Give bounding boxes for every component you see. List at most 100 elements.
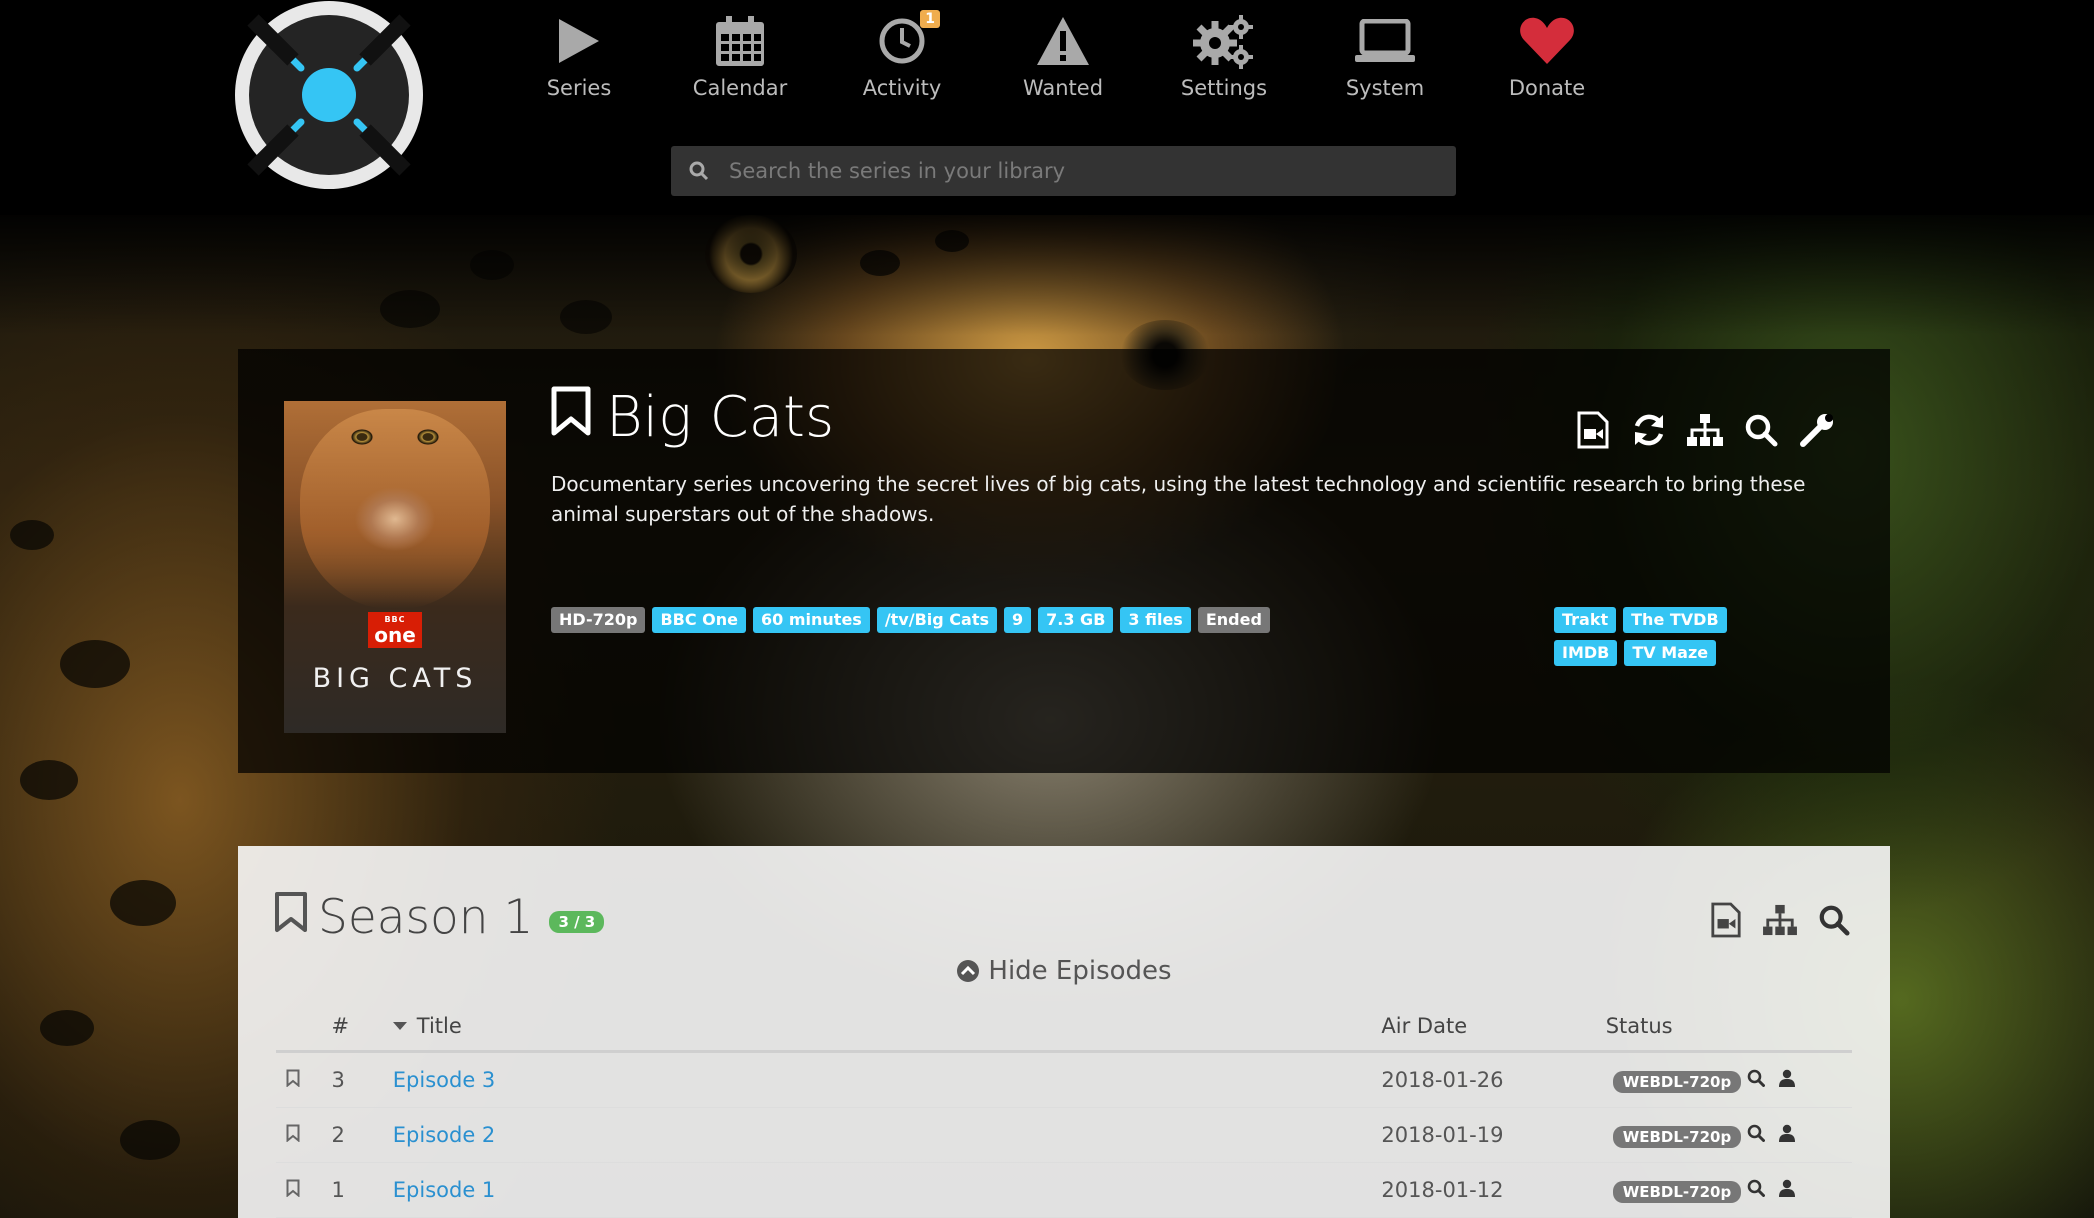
- sonarr-logo[interactable]: [233, 0, 425, 190]
- hide-episodes-toggle[interactable]: Hide Episodes: [238, 956, 1890, 990]
- nav-settings-label: Settings: [1180, 76, 1268, 100]
- episode-monitor-toggle[interactable]: [286, 1123, 300, 1147]
- season-rename-button[interactable]: [1708, 902, 1744, 938]
- episode-air-date: 2018-01-19: [1380, 1107, 1605, 1163]
- nav-system[interactable]: System: [1325, 12, 1445, 102]
- series-title-text: Big Cats: [606, 385, 835, 450]
- hide-episodes-label: Hide Episodes: [988, 956, 1172, 986]
- nav-calendar[interactable]: Calendar: [680, 12, 800, 102]
- col-status-header[interactable]: Status: [1604, 1002, 1746, 1053]
- episode-title-link[interactable]: Episode 2: [393, 1123, 496, 1147]
- top-navbar: Series Calendar 1 Activity Wanted Settin…: [0, 0, 2094, 215]
- season-title-text: Season 1: [318, 890, 534, 945]
- nav-wanted[interactable]: Wanted: [1003, 12, 1123, 102]
- episode-row: 3 Episode 3 2018-01-26 WEBDL-720p: [276, 1051, 1852, 1108]
- path-label: /tv/Big Cats: [876, 607, 997, 633]
- search-icon: [1747, 1069, 1765, 1087]
- series-actions: [1574, 411, 1836, 449]
- series-detail-panel: BBC one BIG CATS Big Cats Documentary ser…: [238, 349, 1890, 773]
- nav-calendar-label: Calendar: [692, 76, 788, 100]
- tvmaze-link[interactable]: TV Maze: [1624, 640, 1717, 666]
- bbc-one-logo: BBC one: [368, 612, 422, 648]
- quality-profile-label: HD-720p: [551, 607, 646, 633]
- episode-row: 1 Episode 1 2018-01-12 WEBDL-720p: [276, 1162, 1852, 1218]
- bookmark-icon: [286, 1179, 300, 1198]
- series-poster: BBC one BIG CATS: [284, 401, 506, 733]
- calendar-icon: [716, 16, 764, 66]
- nav-donate[interactable]: Donate: [1487, 12, 1607, 102]
- episode-quality-badge: WEBDL-720p: [1612, 1070, 1742, 1093]
- search-icon: [689, 161, 709, 181]
- series-info-labels: HD-720p BBC One 60 minutes /tv/Big Cats …: [551, 607, 1270, 633]
- nav-series[interactable]: Series: [519, 12, 639, 102]
- sitemap-icon: [1763, 904, 1797, 936]
- status-label: Ended: [1197, 607, 1270, 633]
- season-organize-button[interactable]: [1762, 902, 1798, 938]
- episode-manual-search-button[interactable]: [1778, 1068, 1795, 1092]
- nav-settings[interactable]: Settings: [1164, 12, 1284, 102]
- files-label: 3 files: [1120, 607, 1191, 633]
- season-monitor-toggle[interactable]: [274, 890, 308, 945]
- episode-title-link[interactable]: Episode 3: [393, 1068, 496, 1092]
- episode-table-header: # Title Air Date Status: [276, 1002, 1852, 1053]
- episode-air-date: 2018-01-26: [1380, 1051, 1605, 1108]
- search-series-button[interactable]: [1742, 411, 1780, 449]
- user-icon: [1778, 1179, 1795, 1197]
- imdb-link[interactable]: IMDB: [1554, 640, 1618, 666]
- bookmark-icon: [286, 1069, 300, 1088]
- edit-series-button[interactable]: [1798, 411, 1836, 449]
- col-number-header[interactable]: #: [330, 1002, 392, 1053]
- search-icon: [1747, 1124, 1765, 1142]
- series-overview: Documentary series uncovering the secret…: [551, 472, 1806, 526]
- runtime-label: 60 minutes: [753, 607, 870, 633]
- nav-activity[interactable]: 1 Activity: [842, 10, 962, 102]
- play-icon: [559, 19, 599, 63]
- search-icon: [1745, 414, 1778, 447]
- episode-search-button[interactable]: [1747, 1068, 1765, 1092]
- nav-system-label: System: [1345, 76, 1425, 100]
- file-video-icon: [1577, 411, 1609, 449]
- user-icon: [1778, 1124, 1795, 1142]
- gears-icon: [1193, 15, 1253, 69]
- season-actions: [1708, 902, 1852, 938]
- episode-number: 3: [330, 1051, 392, 1108]
- nav-activity-label: Activity: [862, 76, 942, 100]
- monitor-toggle[interactable]: [550, 385, 592, 450]
- series-search: [671, 146, 1456, 196]
- laptop-icon: [1355, 19, 1415, 62]
- heart-icon: [1520, 17, 1574, 65]
- episode-air-date: 2018-01-12: [1380, 1162, 1605, 1218]
- episode-table: # Title Air Date Status 3 Episode 3 2018…: [276, 1002, 1852, 1218]
- organize-button[interactable]: [1686, 411, 1724, 449]
- wrench-icon: [1800, 414, 1833, 447]
- season-search-button[interactable]: [1816, 902, 1852, 938]
- tvdb-link[interactable]: The TVDB: [1623, 607, 1727, 633]
- poster-title: BIG CATS: [312, 663, 478, 694]
- rename-files-button[interactable]: [1574, 411, 1612, 449]
- search-input[interactable]: [727, 158, 1456, 184]
- poster-tiger-image: [300, 409, 490, 609]
- col-airdate-header[interactable]: Air Date: [1380, 1002, 1605, 1053]
- episode-row: 2 Episode 2 2018-01-19 WEBDL-720p: [276, 1107, 1852, 1163]
- search-icon: [1747, 1179, 1765, 1197]
- episode-monitor-toggle[interactable]: [286, 1068, 300, 1092]
- episode-title-link[interactable]: Episode 1: [393, 1178, 496, 1202]
- col-title-header[interactable]: Title: [391, 1002, 1381, 1053]
- sort-desc-icon: [392, 1022, 407, 1030]
- trakt-link[interactable]: Trakt: [1554, 607, 1617, 633]
- bookmark-icon: [286, 1124, 300, 1143]
- episode-number: 1: [330, 1162, 392, 1218]
- episode-manual-search-button[interactable]: [1778, 1178, 1795, 1202]
- refresh-series-button[interactable]: [1630, 411, 1668, 449]
- episode-number: 2: [330, 1107, 392, 1163]
- activity-count-badge: 1: [920, 10, 940, 28]
- episode-manual-search-button[interactable]: [1778, 1123, 1795, 1147]
- warning-icon: [1037, 17, 1089, 65]
- episode-search-button[interactable]: [1747, 1178, 1765, 1202]
- sitemap-icon: [1687, 414, 1723, 446]
- season-panel: Season 1 3 / 3 Hide Episodes # Title Air…: [238, 846, 1890, 1218]
- file-video-icon: [1711, 902, 1741, 938]
- episode-monitor-toggle[interactable]: [286, 1178, 300, 1202]
- episode-search-button[interactable]: [1747, 1123, 1765, 1147]
- network-label: BBC One: [652, 607, 747, 633]
